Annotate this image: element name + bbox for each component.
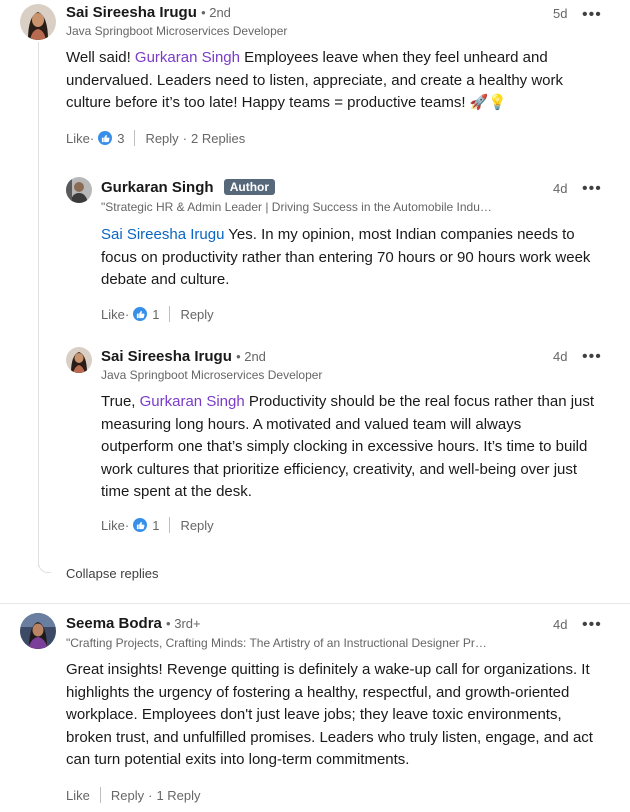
reaction-count[interactable]: 1 <box>152 518 159 533</box>
reply-button[interactable]: Reply <box>180 307 213 322</box>
comment-actions: Like · 1 Reply <box>101 517 214 533</box>
author-name[interactable]: Gurkaran Singh Author <box>101 179 276 196</box>
thread-corner <box>38 560 51 573</box>
more-options-icon[interactable]: ••• <box>582 7 602 23</box>
author-badge: Author <box>223 179 276 195</box>
like-reaction-icon[interactable] <box>98 131 113 145</box>
like-reaction-icon[interactable] <box>133 518 148 532</box>
thread-line <box>38 42 39 567</box>
like-button[interactable]: Like <box>101 307 125 322</box>
avatar[interactable] <box>66 177 92 203</box>
author-headline: "Strategic HR & Admin Leader | Driving S… <box>101 200 492 214</box>
comment-actions: Like · 3 Reply · 2 Replies <box>66 130 246 146</box>
author-name[interactable]: Sai Sireesha Irugu • 2nd <box>66 4 231 21</box>
comment-time: 4d <box>553 181 568 196</box>
author-name[interactable]: Seema Bodra • 3rd+ <box>66 615 201 632</box>
author-headline: Java Springboot Microservices Developer <box>66 24 288 38</box>
more-options-icon[interactable]: ••• <box>582 181 602 197</box>
comment-actions: Like Reply · 1 Reply <box>66 787 201 803</box>
reply-button[interactable]: Reply <box>180 518 213 533</box>
divider <box>99 787 101 803</box>
comment-time: 4d <box>553 617 568 632</box>
replies-link[interactable]: 2 Replies <box>191 131 245 146</box>
connection-degree: • 2nd <box>236 349 266 364</box>
comment-actions: Like · 1 Reply <box>101 306 214 322</box>
avatar-portrait-icon <box>66 177 92 203</box>
comment-text: Great insights! Revenge quitting is defi… <box>66 661 593 768</box>
author-headline: Java Springboot Microservices Developer <box>101 368 323 382</box>
more-options-icon[interactable]: ••• <box>582 617 602 633</box>
mention-link[interactable]: Sai Sireesha Irugu <box>101 226 224 243</box>
collapse-replies-button[interactable]: Collapse replies <box>66 566 159 581</box>
author-name[interactable]: Sai Sireesha Irugu • 2nd <box>101 348 266 365</box>
divider <box>0 603 630 604</box>
comment-text: Well said! Gurkaran Singh Employees leav… <box>66 49 563 111</box>
comment-time: 4d <box>553 349 568 364</box>
avatar-portrait-icon <box>66 347 92 373</box>
connection-degree: • 2nd <box>201 5 231 20</box>
avatar[interactable] <box>20 613 56 649</box>
comment-text: True, Gurkaran Singh Productivity should… <box>101 393 595 500</box>
more-options-icon[interactable]: ••• <box>582 349 602 365</box>
comment-time: 5d <box>553 6 568 21</box>
mention-link[interactable]: Gurkaran Singh <box>135 49 240 66</box>
reply-button[interactable]: Reply <box>145 131 178 146</box>
avatar-portrait-icon <box>20 613 56 649</box>
like-button[interactable]: Like <box>101 518 125 533</box>
divider <box>134 130 136 146</box>
connection-degree: • 3rd+ <box>166 616 201 631</box>
divider <box>169 517 171 533</box>
like-reaction-icon[interactable] <box>133 307 148 321</box>
avatar-portrait-icon <box>20 4 56 40</box>
reaction-count[interactable]: 1 <box>152 307 159 322</box>
mention-link[interactable]: Gurkaran Singh <box>140 393 245 410</box>
reply-button[interactable]: Reply <box>111 788 144 803</box>
divider <box>169 306 171 322</box>
like-button[interactable]: Like <box>66 131 90 146</box>
avatar[interactable] <box>66 347 92 373</box>
comment-text: Sai Sireesha Irugu Yes. In my opinion, m… <box>101 226 591 288</box>
reaction-count[interactable]: 3 <box>117 131 124 146</box>
replies-link[interactable]: 1 Reply <box>156 788 200 803</box>
author-headline: "Crafting Projects, Crafting Minds: The … <box>66 636 487 650</box>
avatar[interactable] <box>20 4 56 40</box>
like-button[interactable]: Like <box>66 788 90 803</box>
